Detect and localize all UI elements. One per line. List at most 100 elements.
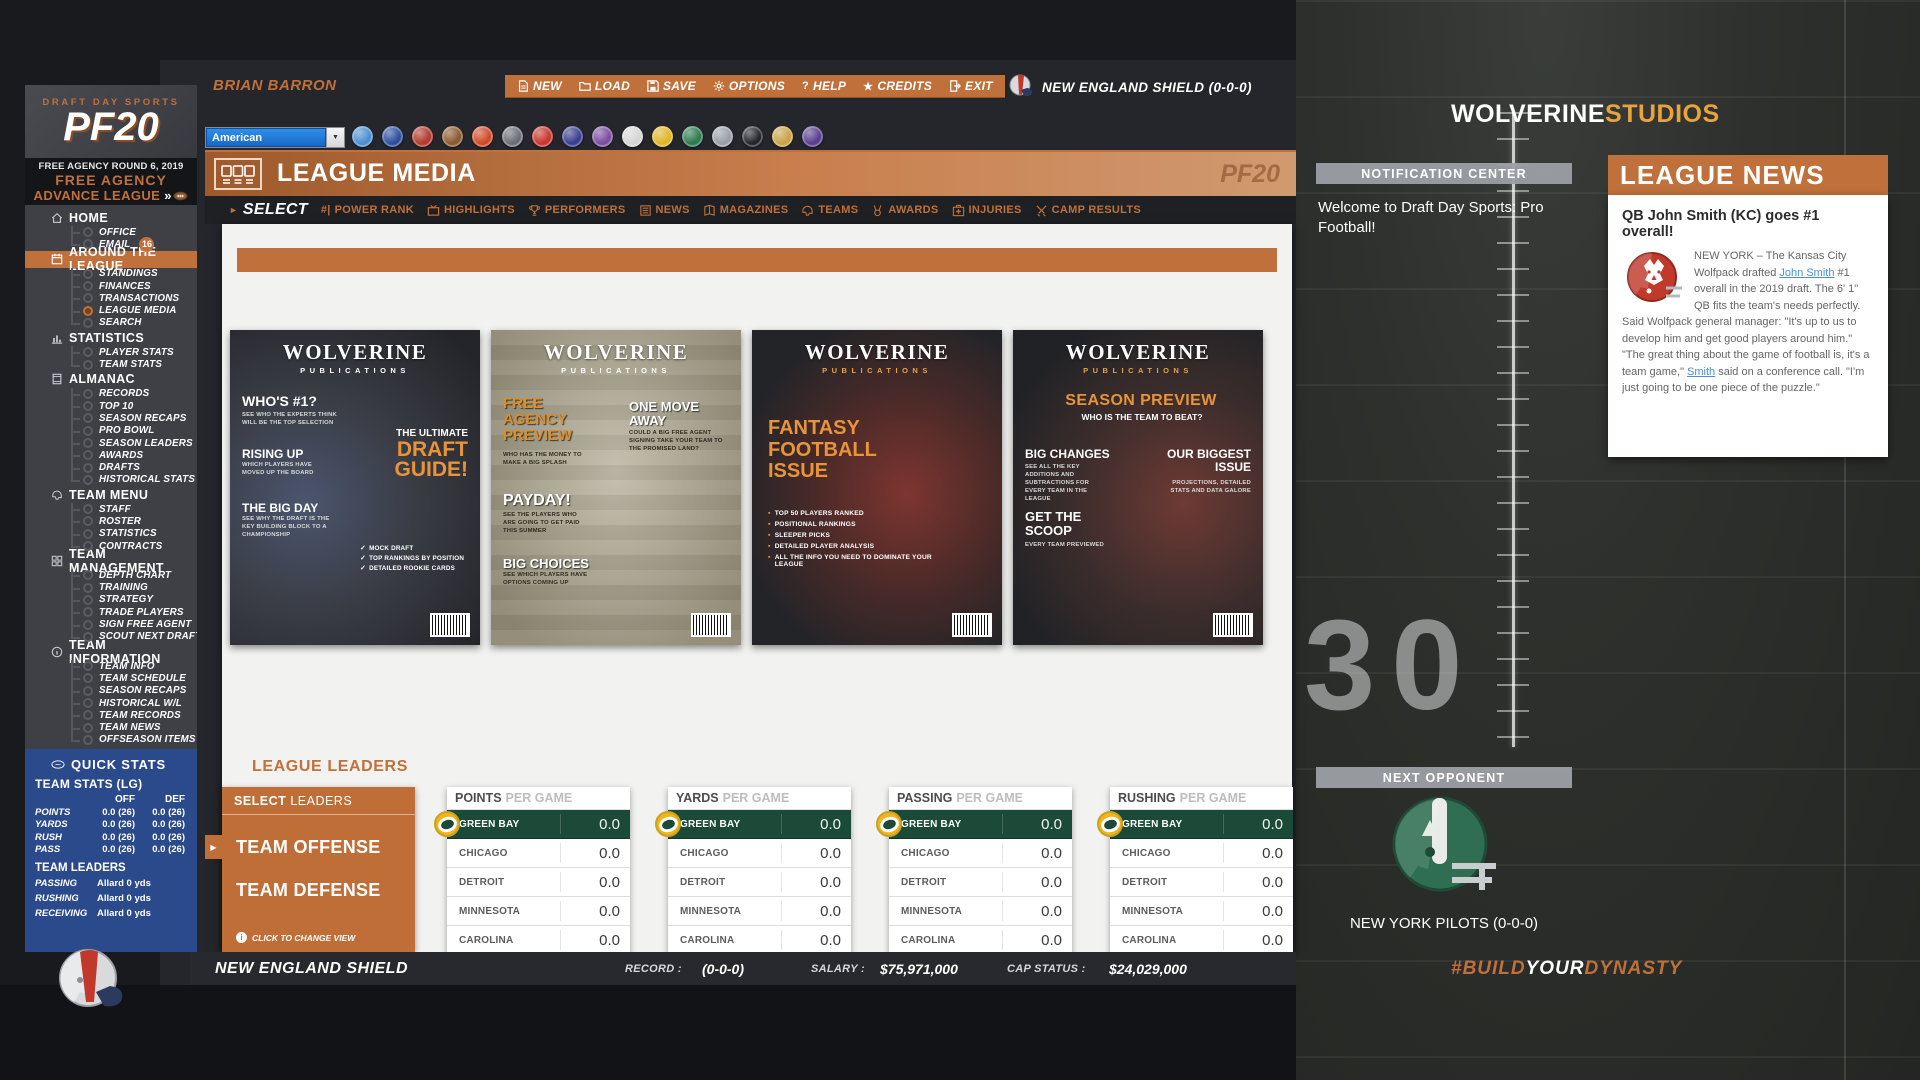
sidebar-item-depth-chart[interactable]: DEPTH CHART bbox=[25, 569, 197, 581]
sidebar-item-offseason-items[interactable]: OFFSEASON ITEMS bbox=[25, 734, 197, 746]
menu-item-credits[interactable]: ★ CREDITS bbox=[863, 79, 932, 93]
leader-row-chicago: CHICAGO 0.0 bbox=[1110, 839, 1293, 868]
sidebar-item-team-news[interactable]: TEAM NEWS bbox=[25, 722, 197, 734]
team-defense-option[interactable]: TEAM DEFENSE bbox=[222, 880, 415, 901]
sidebar-item-strategy[interactable]: STRATEGY bbox=[25, 594, 197, 606]
sidebar-item-contracts[interactable]: CONTRACTS bbox=[25, 540, 197, 552]
sidebar-item-team-stats[interactable]: TEAM STATS bbox=[25, 358, 197, 370]
subnav-item-magazines[interactable]: MAGAZINES bbox=[703, 204, 789, 217]
sidebar-section-home[interactable]: HOME bbox=[25, 209, 197, 226]
sidebar-item-player-stats[interactable]: PLAYER STATS bbox=[25, 346, 197, 358]
change-view-note[interactable]: i CLICK TO CHANGE VIEW bbox=[236, 932, 355, 943]
team-logo-icon[interactable] bbox=[592, 126, 613, 147]
team-offense-option[interactable]: TEAM OFFENSE bbox=[222, 837, 415, 858]
subnav-item-teams[interactable]: TEAMS bbox=[801, 204, 858, 217]
team-logo-icon[interactable] bbox=[382, 126, 403, 147]
app-logo: DRAFT DAY SPORTS PF20 bbox=[25, 85, 197, 158]
sidebar-item-label: EMAIL bbox=[99, 238, 131, 250]
sidebar-item-label: STAFF bbox=[99, 503, 131, 515]
subnav-item-camp-results[interactable]: CAMP RESULTS bbox=[1035, 204, 1141, 217]
sidebar-item-team-records[interactable]: TEAM RECORDS bbox=[25, 709, 197, 721]
sidebar-item-search[interactable]: SEARCH bbox=[25, 317, 197, 329]
bullet-icon bbox=[83, 293, 93, 304]
team-logo-icon[interactable] bbox=[802, 126, 823, 147]
sidebar-item-drafts[interactable]: DRAFTS bbox=[25, 461, 197, 473]
sidebar-section-statistics[interactable]: STATISTICS bbox=[25, 329, 197, 346]
sidebar-item-top-10[interactable]: TOP 10 bbox=[25, 400, 197, 412]
sidebar-item-team-schedule[interactable]: TEAM SCHEDULE bbox=[25, 672, 197, 684]
sidebar-item-records[interactable]: RECORDS bbox=[25, 388, 197, 400]
magazine-cover-season-preview[interactable]: WOLVERINE PUBLICATIONS SEASON PREVIEW WH… bbox=[1013, 330, 1263, 645]
leader-table-passing: PASSING PER GAME GREEN BAY 0.0 CHICAGO 0.0 DET… bbox=[876, 787, 1072, 955]
team-logo-icon[interactable] bbox=[622, 126, 643, 147]
magazine-cover-fantasy[interactable]: WOLVERINE PUBLICATIONS FANTASY FOOTBALL … bbox=[752, 330, 1002, 645]
sidebar-item-staff[interactable]: STAFF bbox=[25, 503, 197, 515]
news-player-link[interactable]: John Smith bbox=[1779, 267, 1834, 279]
sidebar-item-scout-next-draft[interactable]: SCOUT NEXT DRAFT bbox=[25, 631, 197, 643]
sidebar-item-season-recaps[interactable]: SEASON RECAPS bbox=[25, 412, 197, 424]
collapse-arrow-icon[interactable]: ▶ bbox=[205, 835, 222, 859]
team-logo-icon[interactable] bbox=[472, 126, 493, 147]
sidebar-item-statistics[interactable]: STATISTICS bbox=[25, 528, 197, 540]
sidebar-item-label: SIGN FREE AGENT bbox=[99, 619, 192, 631]
team-logo-icon[interactable] bbox=[562, 126, 583, 147]
sidebar-section-team-menu[interactable]: TEAM MENU bbox=[25, 486, 197, 503]
sidebar-item-standings[interactable]: STANDINGS bbox=[25, 268, 197, 280]
team-logo-icon[interactable] bbox=[712, 126, 733, 147]
dropdown-arrow-icon[interactable]: ▼ bbox=[326, 128, 344, 147]
magazine-cover-free-agency[interactable]: WOLVERINE PUBLICATIONS FREE AGENCY PREVI… bbox=[491, 330, 741, 645]
menu-item-options[interactable]: OPTIONS bbox=[713, 79, 785, 93]
sidebar-section-team-management[interactable]: TEAM MANAGEMENT bbox=[25, 547, 197, 575]
sidebar-item-roster[interactable]: ROSTER bbox=[25, 515, 197, 527]
subnav-item-highlights[interactable]: HIGHLIGHTS bbox=[427, 204, 515, 217]
menu-item-help[interactable]: ? HELP bbox=[802, 79, 846, 93]
sidebar-item-training[interactable]: TRAINING bbox=[25, 582, 197, 594]
sidebar-item-finances[interactable]: FINANCES bbox=[25, 280, 197, 292]
subnav-item-power-rank[interactable]: #| POWER RANK bbox=[321, 204, 414, 216]
sidebar-item-sign-free-agent[interactable]: SIGN FREE AGENT bbox=[25, 618, 197, 630]
conference-dropdown[interactable]: American ▼ bbox=[205, 127, 345, 148]
sidebar-section-almanac[interactable]: ALMANAC bbox=[25, 371, 197, 388]
league-leaders-title: LEAGUE LEADERS bbox=[252, 758, 408, 775]
subnav-select[interactable]: ► SELECT bbox=[229, 201, 308, 219]
sidebar-item-season-leaders[interactable]: SEASON LEADERS bbox=[25, 437, 197, 449]
subnav-item-injuries[interactable]: INJURIES bbox=[952, 204, 1022, 217]
sidebar-item-season-recaps[interactable]: SEASON RECAPS bbox=[25, 685, 197, 697]
sidebar-item-team-info[interactable]: TEAM INFO bbox=[25, 660, 197, 672]
team-logo-icon[interactable] bbox=[682, 126, 703, 147]
leader-team-name: CAROLINA bbox=[459, 934, 514, 946]
team-logo-icon[interactable] bbox=[532, 126, 553, 147]
team-logo-icon[interactable] bbox=[502, 126, 523, 147]
subnav-item-performers[interactable]: PERFORMERS bbox=[528, 204, 626, 217]
sidebar-item-league-media[interactable]: LEAGUE MEDIA bbox=[25, 304, 197, 316]
sidebar-item-office[interactable]: OFFICE bbox=[25, 226, 197, 238]
sidebar-section-around-the-league[interactable]: AROUND THE LEAGUE bbox=[25, 245, 197, 273]
team-logo-icon[interactable] bbox=[652, 126, 673, 147]
team-logo-icon[interactable] bbox=[772, 126, 793, 147]
sidebar-item-pro-bowl[interactable]: PRO BOWL bbox=[25, 425, 197, 437]
sidebar-item-historical-stats[interactable]: HISTORICAL STATS bbox=[25, 474, 197, 486]
team-logo-icon[interactable] bbox=[742, 126, 763, 147]
leader-stat-value: 0.0 bbox=[1262, 815, 1283, 833]
sidebar-item-transactions[interactable]: TRANSACTIONS bbox=[25, 292, 197, 304]
magazine-cover-draft-guide[interactable]: WOLVERINE PUBLICATIONS WHO'S #1? SEE WHO… bbox=[230, 330, 480, 645]
menu-item-exit[interactable]: EXIT bbox=[949, 79, 993, 93]
team-logo-icon[interactable] bbox=[442, 126, 463, 147]
sidebar-item-historical-w-l[interactable]: HISTORICAL W/L bbox=[25, 697, 197, 709]
sidebar-item-trade-players[interactable]: TRADE PLAYERS bbox=[25, 606, 197, 618]
menu-item-save[interactable]: SAVE bbox=[647, 79, 696, 93]
sidebar-item-email[interactable]: EMAIL 16 bbox=[25, 236, 197, 252]
menu-item-load[interactable]: LOAD bbox=[579, 79, 630, 93]
leader-team-name: CHICAGO bbox=[901, 847, 950, 859]
subnav-item-news[interactable]: NEWS bbox=[639, 204, 690, 217]
menu-item-new[interactable]: NEW bbox=[517, 79, 562, 93]
team-logo-icon[interactable] bbox=[352, 126, 373, 147]
bullet-text: TOP 50 PLAYERS RANKED bbox=[774, 510, 864, 517]
advance-league-button[interactable]: ADVANCE LEAGUE » bbox=[25, 188, 197, 203]
team-logo-icon[interactable] bbox=[412, 126, 433, 147]
stat-label: RUSH bbox=[35, 831, 62, 843]
news-player-link[interactable]: Smith bbox=[1687, 366, 1715, 378]
sidebar-item-awards[interactable]: AWARDS bbox=[25, 449, 197, 461]
subnav-item-awards[interactable]: AWARDS bbox=[871, 204, 938, 217]
sidebar-section-team-information[interactable]: TEAM INFORMATION bbox=[25, 638, 197, 666]
